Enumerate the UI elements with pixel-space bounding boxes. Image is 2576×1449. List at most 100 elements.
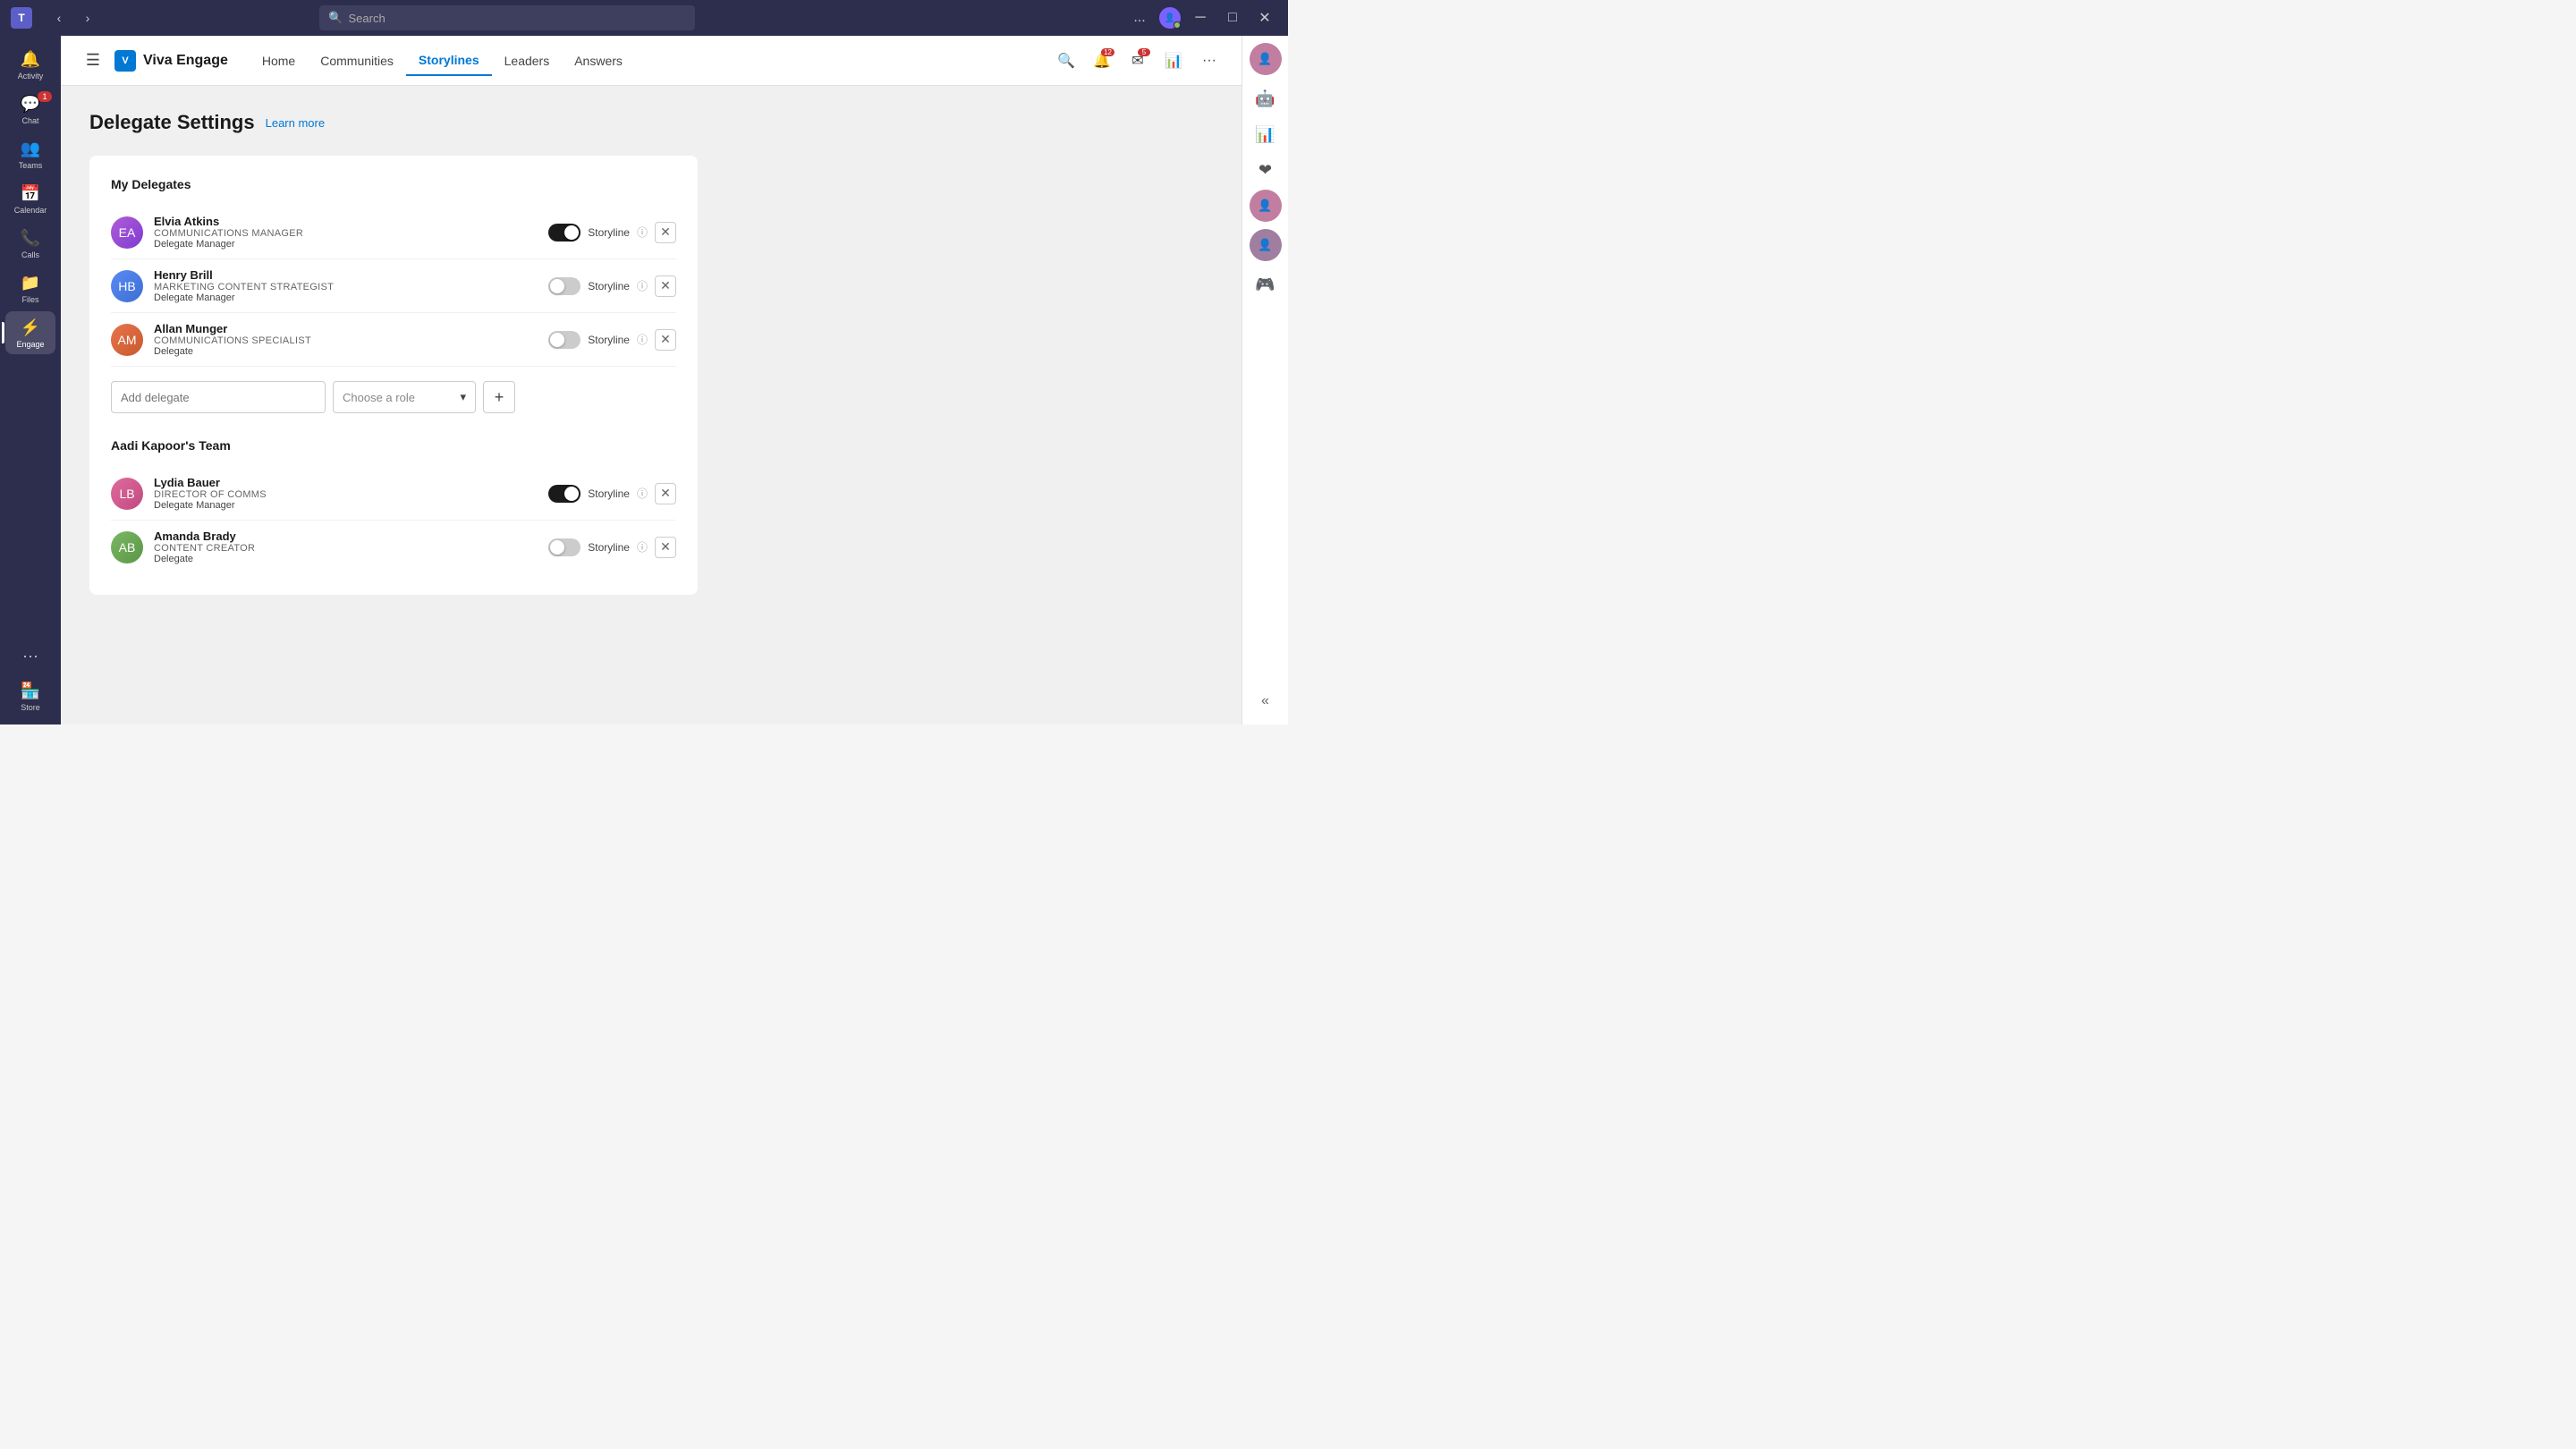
search-bar[interactable]: 🔍 Search bbox=[319, 5, 695, 30]
nav-link-storylines[interactable]: Storylines bbox=[406, 46, 492, 76]
info-icon-allan[interactable]: ⓘ bbox=[637, 332, 648, 347]
delegate-type-lydia: Delegate Manager bbox=[154, 500, 538, 511]
delegate-type-allan: Delegate bbox=[154, 346, 538, 357]
right-sidebar-avatar-1[interactable]: 👤 bbox=[1250, 43, 1282, 75]
remove-allan-button[interactable]: ✕ bbox=[655, 329, 676, 351]
delegate-row-allan: AM Allan Munger COMMUNICATIONS SPECIALIS… bbox=[111, 313, 676, 367]
delegate-controls-lydia: Storyline ⓘ ✕ bbox=[548, 483, 676, 504]
delegate-name-elvia: Elvia Atkins bbox=[154, 215, 538, 228]
viva-engage-logo-icon: V bbox=[114, 50, 136, 72]
remove-elvia-button[interactable]: ✕ bbox=[655, 222, 676, 243]
analytics-button[interactable]: 📊 bbox=[1159, 47, 1188, 75]
info-icon-amanda[interactable]: ⓘ bbox=[637, 539, 648, 555]
maximize-button[interactable]: □ bbox=[1220, 5, 1245, 30]
delegate-type-amanda: Delegate bbox=[154, 554, 538, 564]
more-options-button[interactable]: ... bbox=[1127, 5, 1152, 30]
app-logo: V Viva Engage bbox=[114, 50, 228, 72]
sidebar-item-store[interactable]: 🏪 Store bbox=[5, 674, 55, 717]
delegate-info-amanda: Amanda Brady CONTENT CREATOR Delegate bbox=[154, 530, 538, 564]
storyline-label-allan: Storyline bbox=[588, 334, 630, 346]
forward-button[interactable]: › bbox=[75, 5, 100, 30]
heart-icon[interactable]: ❤ bbox=[1250, 154, 1282, 186]
sidebar-item-files[interactable]: 📁 Files bbox=[5, 267, 55, 309]
hamburger-button[interactable]: ☰ bbox=[79, 47, 107, 75]
sidebar-item-activity[interactable]: 🔔 Activity bbox=[5, 43, 55, 86]
game-icon[interactable]: 🎮 bbox=[1250, 268, 1282, 301]
delegate-name-henry: Henry Brill bbox=[154, 268, 538, 282]
toggle-amanda[interactable] bbox=[548, 538, 580, 556]
toggle-elvia[interactable] bbox=[548, 224, 580, 242]
delegate-info-lydia: Lydia Bauer DIRECTOR OF COMMS Delegate M… bbox=[154, 476, 538, 511]
delegate-avatar-amanda: AB bbox=[111, 531, 143, 564]
sidebar-label-calls: Calls bbox=[21, 250, 39, 259]
nav-link-home[interactable]: Home bbox=[250, 47, 308, 75]
info-icon-lydia[interactable]: ⓘ bbox=[637, 486, 648, 501]
delegate-controls-elvia: Storyline ⓘ ✕ bbox=[548, 222, 676, 243]
nav-link-answers[interactable]: Answers bbox=[562, 47, 635, 75]
info-icon-elvia[interactable]: ⓘ bbox=[637, 225, 648, 240]
sidebar-label-engage: Engage bbox=[16, 340, 44, 349]
top-more-button[interactable]: ··· bbox=[1195, 47, 1224, 75]
content-area: ☰ V Viva Engage Home Communities Storyli… bbox=[61, 36, 1288, 724]
right-sidebar-avatar-2[interactable]: 👤 bbox=[1250, 190, 1282, 222]
delegate-job-title-lydia: DIRECTOR OF COMMS bbox=[154, 489, 538, 500]
toggle-allan[interactable] bbox=[548, 331, 580, 349]
add-delegate-button[interactable]: + bbox=[483, 381, 515, 413]
toggle-henry[interactable] bbox=[548, 277, 580, 295]
sidebar-label-chat: Chat bbox=[21, 116, 38, 125]
add-delegate-input[interactable] bbox=[111, 381, 326, 413]
delegate-row-henry: HB Henry Brill MARKETING CONTENT STRATEG… bbox=[111, 259, 676, 313]
sidebar-bottom: ··· 🏪 Store bbox=[5, 640, 55, 717]
user-avatar[interactable]: 👤 bbox=[1159, 7, 1181, 29]
remove-lydia-button[interactable]: ✕ bbox=[655, 483, 676, 504]
nav-link-leaders[interactable]: Leaders bbox=[492, 47, 563, 75]
delegate-type-elvia: Delegate Manager bbox=[154, 239, 538, 250]
delegate-name-allan: Allan Munger bbox=[154, 322, 538, 335]
delegate-job-title-allan: COMMUNICATIONS SPECIALIST bbox=[154, 335, 538, 346]
chat-badge: 1 bbox=[38, 91, 52, 102]
sidebar-item-engage[interactable]: ⚡ Engage bbox=[5, 311, 55, 354]
search-button[interactable]: 🔍 bbox=[1052, 47, 1080, 75]
engage-icon: ⚡ bbox=[20, 317, 41, 338]
copilot-icon[interactable]: 🤖 bbox=[1250, 82, 1282, 114]
sidebar-item-chat[interactable]: 1 💬 Chat bbox=[5, 88, 55, 131]
remove-amanda-button[interactable]: ✕ bbox=[655, 537, 676, 558]
teams-logo: T bbox=[11, 7, 32, 29]
title-nav: ‹ › bbox=[47, 5, 100, 30]
title-bar: T ‹ › 🔍 Search ... 👤 ─ □ ✕ bbox=[0, 0, 1288, 36]
remove-henry-button[interactable]: ✕ bbox=[655, 275, 676, 297]
sidebar-item-calls[interactable]: 📞 Calls bbox=[5, 222, 55, 265]
right-sidebar-avatar-3[interactable]: 👤 bbox=[1250, 229, 1282, 261]
delegate-avatar-henry: HB bbox=[111, 270, 143, 302]
app-name: Viva Engage bbox=[143, 53, 228, 69]
sidebar-item-teams[interactable]: 👥 Teams bbox=[5, 132, 55, 175]
notifications-button[interactable]: 🔔 12 bbox=[1088, 47, 1116, 75]
sidebar-label-calendar: Calendar bbox=[14, 206, 47, 215]
learn-more-link[interactable]: Learn more bbox=[266, 116, 325, 130]
top-nav: ☰ V Viva Engage Home Communities Storyli… bbox=[61, 36, 1241, 86]
toggle-lydia[interactable] bbox=[548, 485, 580, 503]
search-placeholder: Search bbox=[349, 12, 386, 25]
sidebar-item-calendar[interactable]: 📅 Calendar bbox=[5, 177, 55, 220]
role-dropdown-text: Choose a role bbox=[343, 391, 453, 404]
minimize-button[interactable]: ─ bbox=[1188, 5, 1213, 30]
chart-icon[interactable]: 📊 bbox=[1250, 118, 1282, 150]
sidebar-more-button[interactable]: ··· bbox=[22, 640, 38, 673]
messages-badge: 5 bbox=[1138, 48, 1150, 56]
delegate-avatar-lydia: LB bbox=[111, 478, 143, 510]
storyline-label-henry: Storyline bbox=[588, 280, 630, 292]
storyline-label-lydia: Storyline bbox=[588, 487, 630, 500]
main-content: Delegate Settings Learn more My Delegate… bbox=[61, 86, 1241, 724]
role-dropdown[interactable]: Choose a role ▾ bbox=[333, 381, 476, 413]
back-button[interactable]: ‹ bbox=[47, 5, 72, 30]
info-icon-henry[interactable]: ⓘ bbox=[637, 278, 648, 293]
collapse-button[interactable]: « bbox=[1250, 685, 1282, 717]
top-nav-links: Home Communities Storylines Leaders Answ… bbox=[250, 46, 635, 76]
search-icon: 🔍 bbox=[328, 11, 343, 25]
toggle-thumb-amanda bbox=[550, 540, 564, 555]
app-layout: 🔔 Activity 1 💬 Chat 👥 Teams 📅 Calendar 📞… bbox=[0, 36, 1288, 724]
messages-button[interactable]: ✉ 5 bbox=[1123, 47, 1152, 75]
nav-link-communities[interactable]: Communities bbox=[308, 47, 406, 75]
close-button[interactable]: ✕ bbox=[1252, 5, 1277, 30]
team-section: Aadi Kapoor's Team LB Lydia Bauer DIRECT… bbox=[111, 438, 676, 573]
